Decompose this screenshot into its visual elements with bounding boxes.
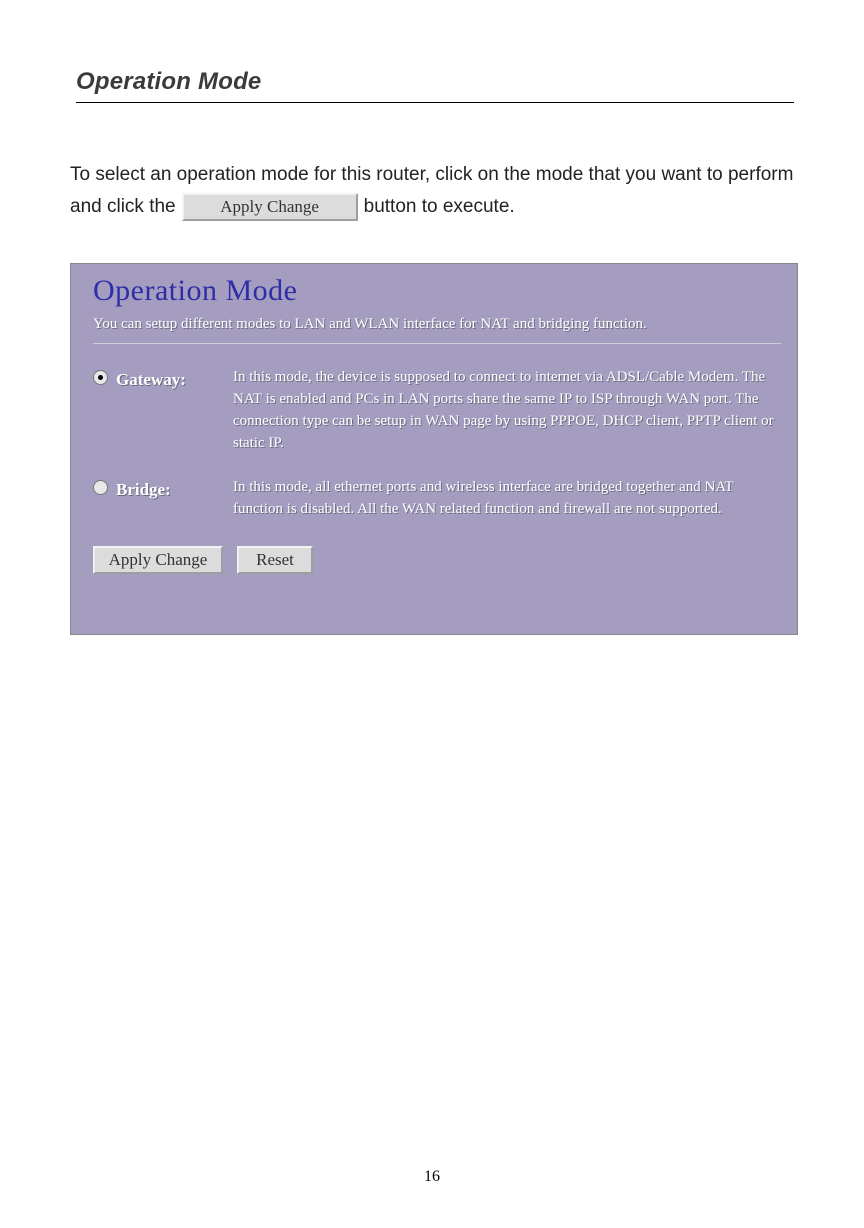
mode-row-bridge: Bridge: In this mode, all ethernet ports… xyxy=(93,476,781,520)
panel-subtitle: You can setup different modes to LAN and… xyxy=(93,316,781,333)
mode-desc-gateway: In this mode, the device is supposed to … xyxy=(233,366,781,454)
intro-line1: To select an operation mode for this rou… xyxy=(70,159,794,191)
radio-gateway[interactable] xyxy=(93,370,108,385)
mode-row-gateway: Gateway: In this mode, the device is sup… xyxy=(93,366,781,454)
inline-apply-change-button: Apply Change xyxy=(182,193,358,221)
mode-desc-bridge: In this mode, all ethernet ports and wir… xyxy=(233,476,781,520)
operation-mode-panel: Operation Mode You can setup different m… xyxy=(70,263,798,635)
intro-line2: and click the Apply Change button to exe… xyxy=(70,191,794,223)
mode-label-bridge: Bridge: xyxy=(116,480,171,500)
panel-title: Operation Mode xyxy=(93,274,781,308)
reset-button[interactable]: Reset xyxy=(237,546,313,574)
intro-suffix: button to execute. xyxy=(364,191,515,223)
panel-button-row: Apply Change Reset xyxy=(93,546,781,574)
panel-divider xyxy=(93,343,781,344)
radio-dot-icon xyxy=(98,375,103,380)
apply-change-button[interactable]: Apply Change xyxy=(93,546,223,574)
page-number: 16 xyxy=(0,1168,864,1186)
section-heading: Operation Mode xyxy=(76,68,794,103)
radio-bridge[interactable] xyxy=(93,480,108,495)
mode-label-gateway: Gateway: xyxy=(116,370,186,390)
intro-prefix: and click the xyxy=(70,191,176,223)
